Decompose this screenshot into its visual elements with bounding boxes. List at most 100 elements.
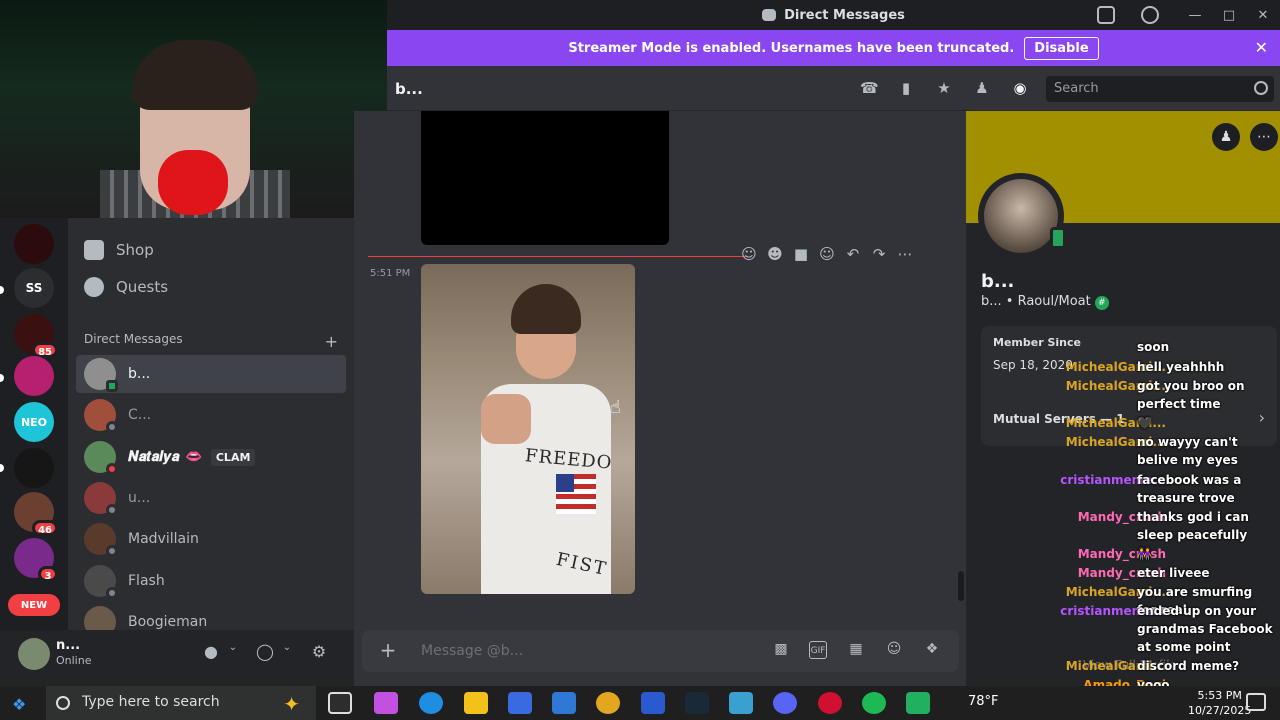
server-icon[interactable]: NEO [14,402,54,442]
headphones-icon[interactable]: ◯ [254,642,276,664]
quests-nav-item[interactable]: Quests [76,269,346,305]
scrollbar[interactable] [958,571,964,601]
dm-item[interactable]: C... [76,396,346,434]
emoji-icon[interactable]: ☺ [885,641,903,659]
close-banner-icon[interactable]: ✕ [1255,38,1268,57]
reaction-emoji-icon[interactable]: ☻ [766,245,784,263]
user-name: n... [56,638,81,653]
video-call-icon[interactable]: ▮ [897,80,915,96]
close-button[interactable]: ✕ [1246,8,1280,23]
user-profile-icon[interactable]: ◉ [1011,80,1029,96]
taskbar-search-placeholder: Type here to search [82,694,220,710]
chevron-down-icon[interactable]: ⌄ [222,642,244,664]
mutual-servers-link[interactable]: Mutual Servers — 1 [993,412,1125,426]
chevron-down-icon[interactable]: ⌄ [276,642,298,664]
forward-icon[interactable]: ↷ [870,245,888,263]
copilot-sparkle-icon: ✦ [283,692,300,716]
add-friend-icon[interactable]: ♟ [1212,123,1240,151]
view-full-profile-link[interactable]: View Full Profile [1083,658,1177,672]
system-clock[interactable]: 5:53 PM 10/27/2025 [1188,688,1251,718]
edge-browser-icon[interactable] [419,692,443,714]
m365-icon[interactable] [729,692,753,714]
server-icon[interactable]: 3 [14,538,58,582]
avatar[interactable] [978,173,1066,259]
windows-start-icon[interactable]: ❖ [12,695,30,714]
apps-icon[interactable]: ❖ [923,641,941,659]
notification-icon[interactable] [1246,693,1266,711]
server-icon[interactable] [14,356,54,396]
webcam-overlay [0,0,387,218]
new-messages-divider [368,256,748,257]
add-friends-icon[interactable]: ♟ [973,80,991,96]
weather-widget[interactable]: 78°F [968,694,999,709]
create-dm-button[interactable]: + [325,332,338,351]
chrome-icon[interactable] [596,692,620,714]
user-status: Online [56,654,92,667]
avatar[interactable] [18,638,50,670]
shop-nav-item[interactable]: Shop [76,232,346,268]
server-icon[interactable]: 85 [14,314,58,358]
pin-icon[interactable]: ★ [935,80,953,96]
user-panel: n... Online ● ⌄ ◯ ⌄ ⚙ [0,630,354,686]
sticker-icon[interactable]: ▦ [847,641,865,659]
window-title: Direct Messages [784,7,905,23]
copilot-app-icon[interactable] [374,692,398,714]
dm-name: u... [128,490,151,506]
discord-icon[interactable] [773,692,797,714]
server-icon[interactable]: 46 [14,492,58,536]
minimize-button[interactable]: — [1178,8,1212,23]
server-unread-pill [0,464,4,472]
task-view-icon[interactable] [328,692,352,714]
dm-item[interactable]: Madvillain [76,520,346,558]
lips-emoji-icon: 👄 [185,449,203,465]
outlook-icon[interactable] [552,692,576,714]
search-input[interactable]: Search [1046,76,1274,102]
spotify-icon[interactable] [862,692,886,714]
more-options-icon[interactable]: ⋯ [1250,123,1278,151]
steam-icon[interactable] [685,692,709,714]
message-input[interactable]: Message @b... [421,643,523,659]
dm-section-header: Direct Messages + [84,332,338,351]
dm-item[interactable]: Flash [76,562,346,600]
server-icon[interactable]: SS [14,268,54,308]
gift-icon[interactable]: ▩ [772,641,790,659]
dm-item[interactable]: Boogieman [76,603,346,630]
chevron-right-icon[interactable]: › [1259,408,1265,427]
server-unread-pill [0,374,4,382]
settings-gear-icon[interactable]: ⚙ [308,642,330,664]
avatar [84,565,118,599]
image-attachment[interactable] [421,111,669,245]
reply-icon[interactable]: ↶ [844,245,862,263]
mobile-status-icon [1050,227,1066,249]
more-options-icon[interactable]: ⋯ [896,245,914,263]
gif-icon[interactable]: GIF [809,641,827,659]
server-icon[interactable] [14,448,54,488]
maximize-button[interactable]: □ [1212,8,1246,23]
new-servers-indicator[interactable]: NEW [8,594,60,616]
opera-icon[interactable] [818,692,842,714]
image-attachment[interactable]: FREEDO FIST [421,264,635,594]
dm-item[interactable]: u... [76,479,346,517]
mention-badge: 3 [38,566,58,582]
dm-item[interactable]: b... [76,355,346,393]
taskbar-search[interactable]: Type here to search ✦ [46,686,316,720]
server-icon[interactable] [14,224,54,264]
server-unread-pill [0,286,4,294]
obs-icon[interactable] [906,692,930,714]
dm-header-label: Direct Messages [84,332,183,346]
voice-call-icon[interactable]: ☎ [860,80,879,96]
message-composer[interactable]: + Message @b... ▩ GIF ▦ ☺ ❖ [362,630,959,672]
reaction-emoji-icon[interactable]: ☺ [740,245,758,263]
file-explorer-icon[interactable] [464,692,488,714]
app-icon[interactable] [641,692,665,714]
store-icon[interactable] [508,692,532,714]
reaction-emoji-icon[interactable]: ■ [792,245,810,263]
help-icon[interactable] [1141,6,1159,24]
inbox-icon[interactable] [1097,6,1115,24]
search-placeholder: Search [1054,81,1099,96]
microphone-icon[interactable]: ● [200,642,222,664]
attach-plus-icon[interactable]: + [378,640,398,660]
dm-item[interactable]: 𝑵𝒂𝒕𝒂𝒍𝒚𝒂 👄 CLAM [76,438,346,476]
add-reaction-icon[interactable]: ☺ [818,245,836,263]
disable-streamer-mode-button[interactable]: Disable [1024,36,1099,60]
